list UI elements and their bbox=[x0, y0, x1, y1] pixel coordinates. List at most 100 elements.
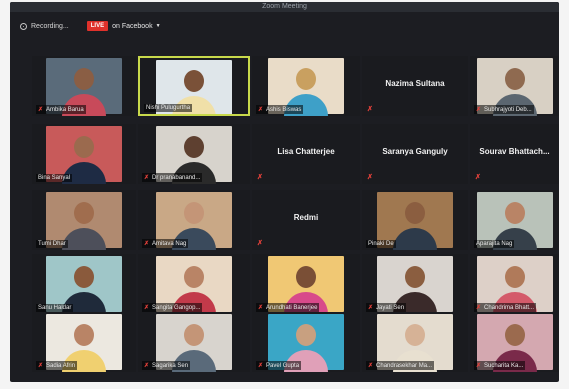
mic-muted-icon: ✗ bbox=[144, 305, 150, 311]
participant-name: Sourav Bhattach... bbox=[479, 147, 550, 156]
participant-head bbox=[184, 324, 204, 346]
participant-tile[interactable]: Nazima Sultana ✗ bbox=[362, 56, 468, 116]
participant-name-label: ✗ Sangita Gangop... bbox=[142, 303, 203, 312]
participant-head bbox=[504, 202, 525, 224]
participant-name: Amitava Nag bbox=[152, 240, 187, 247]
participant-head bbox=[184, 266, 204, 288]
live-badge[interactable]: LIVE bbox=[86, 21, 109, 31]
participant-name-label: Sanu Haldar bbox=[36, 304, 74, 312]
gallery-row: ✗ Sadia Afrin ✗ Sagarika Sen ✗ Pavel Gupta ✗ Ch… bbox=[10, 312, 559, 374]
participant-tile[interactable]: ✗ Sadia Afrin bbox=[32, 312, 136, 372]
mic-muted-icon: ✗ bbox=[38, 107, 44, 113]
participant-name-label: ✗ Subhrajyoti Deb... bbox=[474, 105, 534, 114]
participant-head bbox=[184, 70, 204, 92]
participant-name: Ashis Biswas bbox=[266, 106, 302, 113]
mic-muted-icon: ✗ bbox=[258, 107, 264, 113]
participant-tile[interactable]: ✗ Pavel Gupta bbox=[252, 312, 360, 372]
window-title: Zoom Meeting bbox=[10, 2, 559, 12]
participant-name: Sagarika Sen bbox=[152, 362, 189, 369]
gallery-row: Sanu Haldar ✗ Sangita Gangop... ✗ Arundhati … bbox=[10, 254, 559, 316]
participant-name: Sucharita Ka... bbox=[484, 362, 524, 369]
participant-tile[interactable]: Lisa Chatterjee ✗ bbox=[252, 124, 360, 184]
participant-name-label: ✗ Sadia Afrin bbox=[36, 361, 78, 370]
participant-tile[interactable]: ✗ Jayati Sen bbox=[362, 254, 468, 314]
participant-name-label: Nishi Pulugurtha bbox=[144, 104, 193, 112]
participant-name-label: Tumi Dhar bbox=[36, 240, 68, 248]
mic-muted-icon: ✗ bbox=[144, 241, 150, 247]
participant-name-label: ✗ Sagarika Sen bbox=[142, 361, 191, 370]
participant-head bbox=[296, 68, 316, 90]
participant-name: Saranya Ganguly bbox=[382, 147, 448, 156]
mic-muted-icon: ✗ bbox=[476, 305, 482, 311]
participant-name-label: Bina Sanyal bbox=[36, 174, 73, 182]
participant-name: Pinaki De bbox=[368, 241, 394, 247]
live-platform[interactable]: on Facebook bbox=[112, 23, 152, 30]
mic-muted-icon: ✗ bbox=[367, 106, 373, 113]
mic-muted-icon: ✗ bbox=[258, 305, 264, 311]
participant-name-label: ✗ Jayati Sen bbox=[366, 303, 407, 312]
participant-name: Pavel Gupta bbox=[266, 362, 300, 369]
participant-name: Nishi Pulugurtha bbox=[146, 105, 191, 111]
participant-head bbox=[405, 266, 425, 288]
participant-name: Jayati Sen bbox=[376, 304, 405, 311]
participant-head bbox=[74, 202, 94, 224]
participant-head bbox=[74, 68, 94, 90]
participant-name: Aparajita Nag bbox=[476, 241, 513, 247]
participant-head bbox=[504, 266, 525, 288]
participant-name: Lisa Chatterjee bbox=[277, 147, 335, 156]
mic-muted-icon: ✗ bbox=[367, 174, 373, 181]
participant-tile[interactable]: Sanu Haldar bbox=[32, 254, 136, 314]
gallery-row: Tumi Dhar ✗ Amitava Nag Redmi ✗ Pinaki De Apar… bbox=[10, 190, 559, 252]
participant-tile[interactable]: ✗ Sangita Gangop... bbox=[138, 254, 250, 314]
participant-tile[interactable]: Tumi Dhar bbox=[32, 190, 136, 250]
participant-name-label: ✗ Chandrima Bhatt... bbox=[474, 303, 537, 312]
participant-tile[interactable]: Bina Sanyal bbox=[32, 124, 136, 184]
participant-tile[interactable]: Sourav Bhattach... ✗ bbox=[470, 124, 559, 184]
mic-muted-icon: ✗ bbox=[476, 363, 482, 369]
participant-name: Redmi bbox=[293, 213, 319, 222]
participant-tile[interactable]: Aparajita Nag bbox=[470, 190, 559, 250]
participant-name-label: ✗ Sucharita Ka... bbox=[474, 361, 526, 370]
participant-head bbox=[184, 136, 204, 158]
participant-name-label: Pinaki De bbox=[366, 240, 396, 248]
participant-name: Bina Sanyal bbox=[38, 175, 71, 181]
mic-muted-icon: ✗ bbox=[258, 363, 264, 369]
participant-name: Dr pranabanand... bbox=[152, 174, 201, 181]
recording-label: Recording... bbox=[31, 22, 69, 30]
participant-name-label: ✗ Ambika Barua bbox=[36, 105, 86, 114]
participant-name: Nazima Sultana bbox=[385, 79, 445, 88]
participant-tile[interactable]: ✗ Ashis Biswas bbox=[252, 56, 360, 116]
participant-head bbox=[74, 136, 94, 158]
recording-bar: Recording... LIVE on Facebook ▼ bbox=[10, 16, 559, 36]
participant-head bbox=[184, 202, 204, 224]
participant-name: Subhrajyoti Deb... bbox=[484, 106, 532, 113]
participant-name: Chandrasekhar Ma... bbox=[376, 362, 433, 369]
participant-tile[interactable]: ✗ Subhrajyoti Deb... bbox=[470, 56, 559, 116]
participant-tile[interactable]: ✗ Sagarika Sen bbox=[138, 312, 250, 372]
participant-name: Sanu Haldar bbox=[38, 305, 72, 311]
participant-name: Tumi Dhar bbox=[38, 241, 66, 247]
participant-tile[interactable]: Saranya Ganguly ✗ bbox=[362, 124, 468, 184]
participant-tile[interactable]: ✗ Arundhati Banerjee bbox=[252, 254, 360, 314]
participant-name-label: ✗ Dr pranabanand... bbox=[142, 173, 203, 182]
participant-name: Chandrima Bhatt... bbox=[484, 304, 535, 311]
participant-tile[interactable]: ✗ Ambika Barua bbox=[32, 56, 136, 116]
participant-name-label: ✗ Arundhati Banerjee bbox=[256, 303, 320, 312]
zoom-window: Zoom Meeting Recording... LIVE on Facebo… bbox=[10, 2, 559, 382]
participant-name-label: Aparajita Nag bbox=[474, 240, 515, 248]
participant-tile[interactable]: Nishi Pulugurtha bbox=[138, 56, 250, 116]
participant-tile[interactable]: Pinaki De bbox=[362, 190, 468, 250]
participant-head bbox=[504, 324, 525, 346]
participant-head bbox=[74, 324, 94, 346]
participant-name: Arundhati Banerjee bbox=[266, 304, 318, 311]
participant-tile[interactable]: ✗ Dr pranabanand... bbox=[138, 124, 250, 184]
participant-tile[interactable]: ✗ Chandrasekhar Ma... bbox=[362, 312, 468, 372]
participant-tile[interactable]: ✗ Chandrima Bhatt... bbox=[470, 254, 559, 314]
caret-down-icon[interactable]: ▼ bbox=[156, 23, 161, 29]
mic-muted-icon: ✗ bbox=[475, 174, 481, 181]
participant-tile[interactable]: ✗ Amitava Nag bbox=[138, 190, 250, 250]
participant-tile[interactable]: ✗ Sucharita Ka... bbox=[470, 312, 559, 372]
mic-muted-icon: ✗ bbox=[368, 305, 374, 311]
mic-muted-icon: ✗ bbox=[257, 174, 263, 181]
participant-tile[interactable]: Redmi ✗ bbox=[252, 190, 360, 250]
